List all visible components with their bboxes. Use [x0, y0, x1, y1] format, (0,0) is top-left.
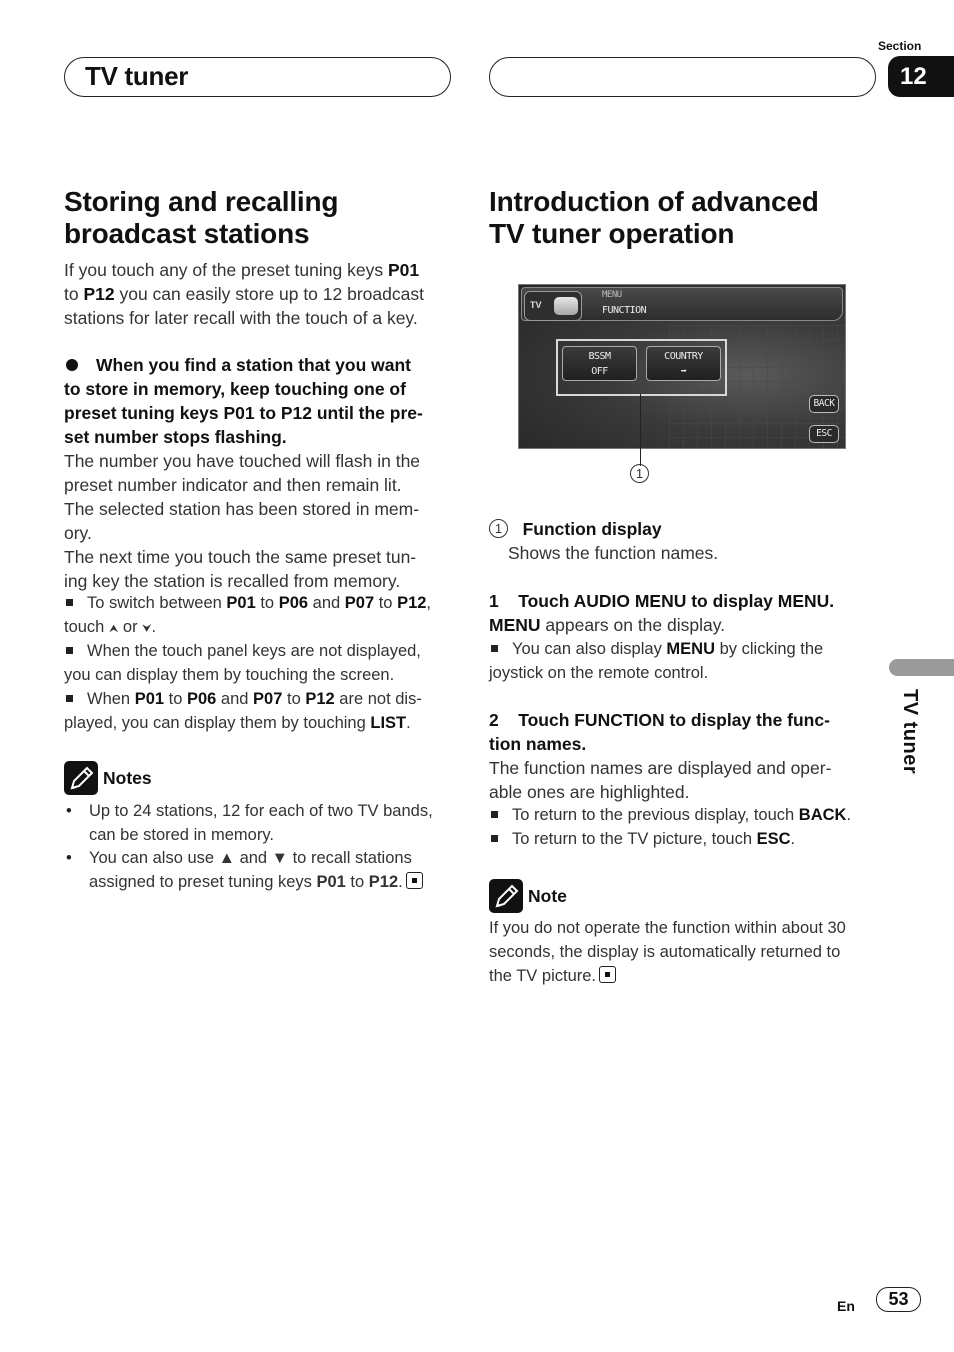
step2-tip-back: To return to the previous display, touch…: [489, 803, 889, 827]
square-bullet-icon: [66, 694, 73, 702]
square-bullet-icon: [66, 598, 73, 606]
end-of-section-icon: [405, 872, 423, 890]
chapter-header-pill: TV tuner: [64, 57, 451, 97]
tv-source-button[interactable]: [554, 297, 578, 315]
heading-line: TV tuner operation: [489, 218, 735, 249]
legend-number: 1: [489, 519, 508, 539]
note-title: Note: [528, 885, 567, 906]
notes-header: Notes: [64, 761, 152, 795]
tip-list: When P01 to P06 and P07 to P12 are not d…: [64, 690, 422, 732]
back-button[interactable]: BACK: [809, 395, 839, 413]
step1-tip: You can also display MENU by clicking th…: [489, 640, 824, 682]
step2-heading: 2 Touch FUNCTION to display the func- ti…: [489, 710, 830, 754]
square-bullet-icon: [491, 834, 498, 842]
note-item: Up to 24 stations, 12 for each of two TV…: [64, 799, 464, 847]
function-menu-screenshot: TV MENU FUNCTION BSSM OFF COUNTRY ➡ BACK E…: [518, 284, 846, 449]
pencil-note-icon: [489, 879, 523, 913]
end-of-section-icon: [599, 966, 617, 984]
heading-line: broadcast stations: [64, 218, 310, 249]
section-label: Section: [878, 39, 922, 53]
square-bullet-icon: [491, 810, 498, 818]
callout-line: [640, 394, 642, 466]
tv-label: TV: [530, 300, 542, 310]
screen-top-bar: TV MENU FUNCTION: [521, 287, 843, 321]
esc-button[interactable]: ESC: [809, 425, 839, 443]
country-button[interactable]: COUNTRY ➡: [646, 346, 721, 381]
right-arrow-icon: ➡: [680, 366, 687, 377]
callout-number: 1: [630, 464, 649, 483]
chapter-title: TV tuner: [85, 61, 189, 91]
notes-title: Notes: [103, 767, 152, 788]
section-number-tab: 12: [888, 56, 954, 97]
note-header: Note: [489, 879, 567, 913]
right-section-heading: Introduction of advanced TV tuner operat…: [489, 186, 819, 250]
tv-source-box: TV: [524, 291, 582, 321]
page-number: 53: [876, 1287, 921, 1312]
side-tab-label: TV tuner: [899, 689, 921, 775]
note-item: You can also use ▲ and ▼ to recall stati…: [64, 846, 464, 894]
side-thumb-tab: [889, 659, 954, 676]
intro-paragraph: If you touch any of the preset tuning ke…: [64, 260, 424, 328]
tip-switch-pages: To switch between P01 to P06 and P07 to …: [64, 594, 432, 636]
bullet-dot-icon: [66, 358, 78, 371]
screen-menu-label: MENU: [602, 290, 622, 300]
function-display-legend: 1 Function display Shows the function na…: [489, 517, 889, 565]
function-display-frame: BSSM OFF COUNTRY ➡: [556, 339, 727, 396]
step1-body: MENU appears on the display.: [489, 615, 726, 635]
step2-tip-esc: To return to the TV picture, touch ESC.: [489, 827, 889, 851]
heading-line: Storing and recalling: [64, 186, 339, 217]
double-down-arrow-icon: ⮟: [142, 623, 152, 635]
note-text: If you do not operate the function withi…: [489, 919, 846, 985]
left-section-heading: Storing and recalling broadcast stations: [64, 186, 338, 250]
double-up-arrow-icon: ⮝: [108, 623, 119, 635]
step2-body: The function names are displayed and ope…: [489, 758, 832, 802]
step-heading: When you find a station that you want to…: [64, 355, 423, 447]
screen-function-label: FUNCTION: [602, 305, 647, 316]
header-blank-pill: [489, 57, 876, 97]
pencil-note-icon: [64, 761, 98, 795]
bssm-button[interactable]: BSSM OFF: [562, 346, 637, 381]
heading-line: Introduction of advanced: [489, 186, 819, 217]
step1-heading: 1 Touch AUDIO MENU to display MENU.: [489, 591, 835, 611]
tip-touch-screen: When the touch panel keys are not displa…: [64, 642, 421, 684]
footer-language: En: [837, 1298, 855, 1314]
step-body: The number you have touched will flash i…: [64, 451, 421, 591]
square-bullet-icon: [491, 644, 498, 652]
square-bullet-icon: [66, 646, 73, 654]
